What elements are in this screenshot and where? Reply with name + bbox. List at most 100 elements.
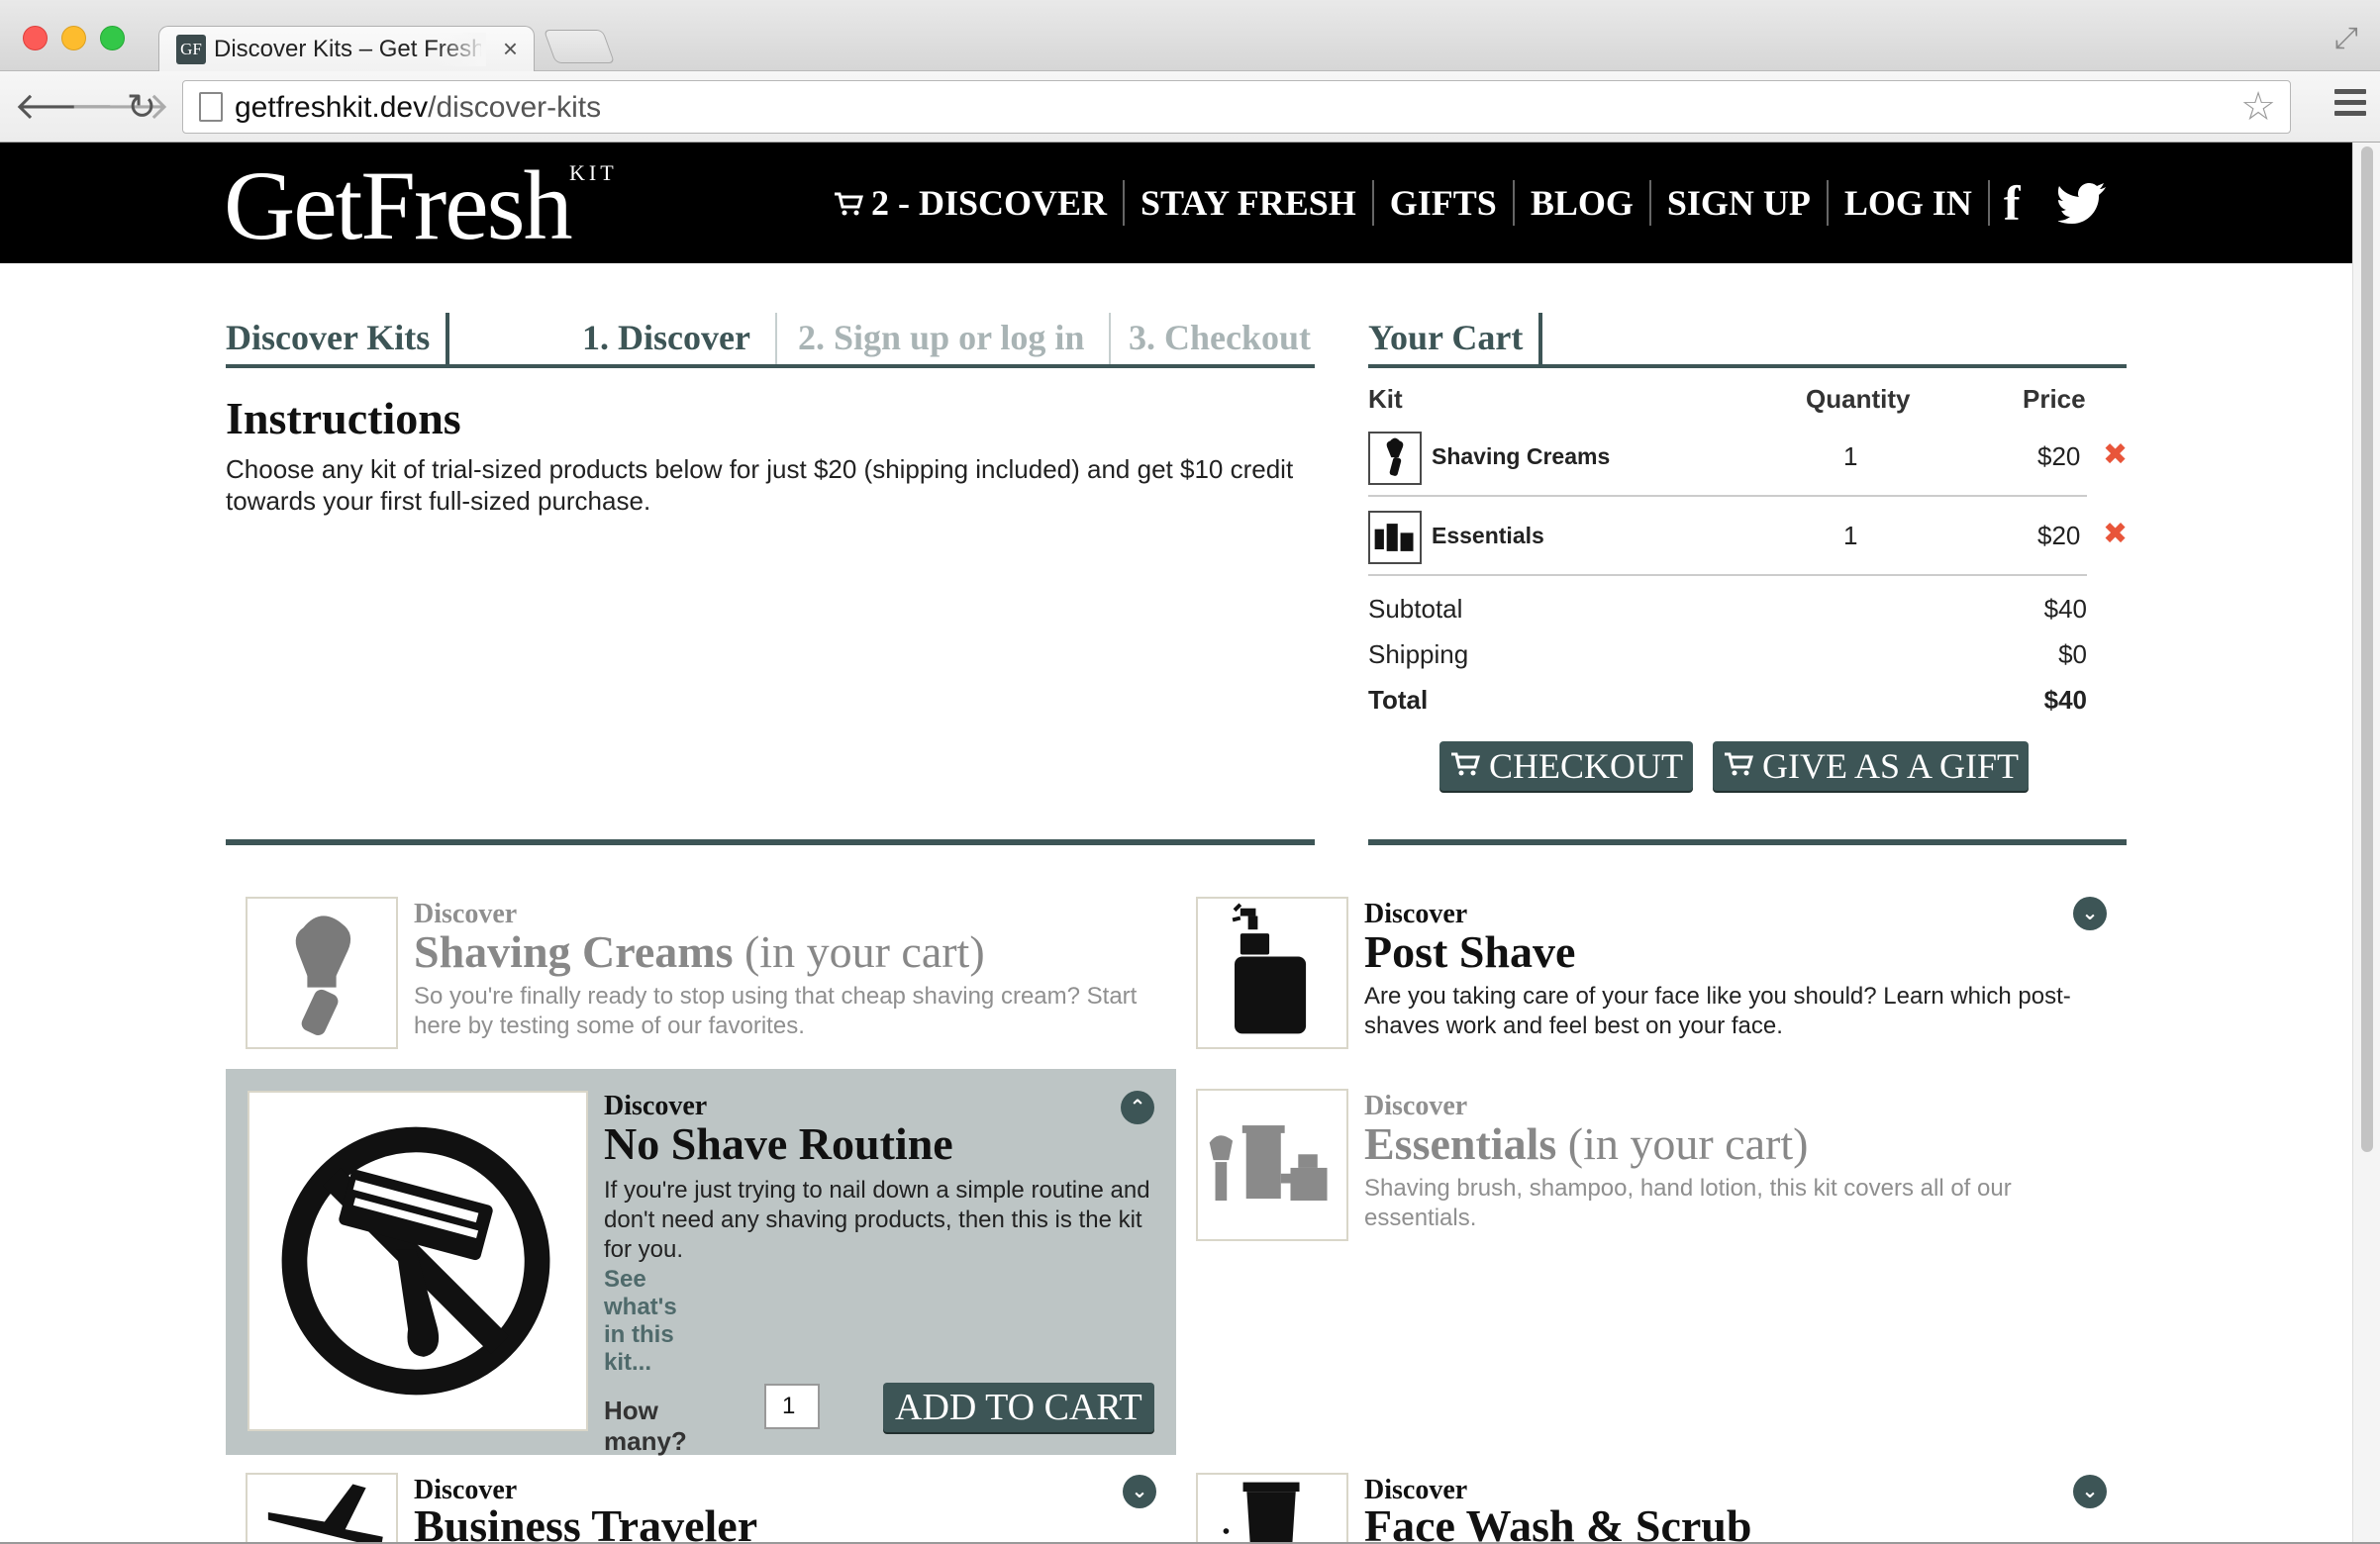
shipping-label: Shipping <box>1368 639 1469 669</box>
cart-col-quantity: Quantity <box>1806 384 1911 414</box>
cart-header: Your Cart <box>1368 313 2127 368</box>
total-row: Total $40 <box>1368 685 2087 716</box>
kit-title: Face Wash & Scrub <box>1364 1500 1752 1544</box>
collapse-chevron-icon[interactable]: ⌃ <box>1121 1091 1154 1124</box>
browser-tabbar: GF Discover Kits – Get Fresh Kit × ⤢ <box>0 0 2380 72</box>
subtotal-label: Subtotal <box>1368 594 1463 624</box>
quantity-input[interactable]: 1 <box>764 1384 820 1429</box>
remove-item-icon[interactable]: ✖ <box>2103 437 2128 472</box>
site-header: GetFresh KIT 2 - DISCOVER STAY FRESH GIF… <box>0 143 2352 263</box>
tab-title-fade <box>437 33 486 66</box>
nav-stay-fresh[interactable]: STAY FRESH <box>1125 180 1374 226</box>
cart-row: Essentials 1 $20 ✖ <box>1368 497 2128 576</box>
steps-title: Discover Kits <box>226 318 431 357</box>
url-text: getfreshkit.dev/discover-kits <box>235 91 602 124</box>
subtotal-row: Subtotal $40 <box>1368 594 2087 625</box>
step-separator <box>1109 313 1111 364</box>
cart-col-price: Price <box>2023 384 2086 414</box>
cart-item-name: Shaving Creams <box>1432 443 1611 469</box>
cart-panel: Your Cart Kit Quantity Price Shaving Cre… <box>1368 313 2128 791</box>
step-discover: 1. Discover <box>582 318 750 357</box>
bookmark-star-icon[interactable]: ☆ <box>2240 85 2276 129</box>
twitter-icon[interactable] <box>2057 182 2108 224</box>
kit-description: Shaving brush, shampoo, hand lotion, thi… <box>1364 1175 2012 1231</box>
face-wash-bottle-icon <box>1196 1473 1348 1544</box>
shaving-brush-icon <box>246 897 398 1049</box>
lotion-bottle-icon <box>1196 897 1348 1049</box>
cart-icon <box>1725 752 1754 776</box>
tab-close-icon[interactable]: × <box>503 34 518 63</box>
nav-sign-up[interactable]: SIGN UP <box>1651 180 1829 226</box>
cart-item-price: $20 <box>2037 521 2081 550</box>
essentials-thumb-icon <box>1368 511 1422 564</box>
minimize-window-button[interactable] <box>61 26 86 50</box>
cart-item-qty: 1 <box>1843 521 1858 550</box>
essentials-products-icon <box>1196 1089 1348 1241</box>
total-value: $40 <box>2043 685 2087 715</box>
nav-discover[interactable]: 2 - DISCOVER <box>834 180 1126 226</box>
add-to-cart-button[interactable]: ADD TO CART <box>883 1383 1154 1432</box>
cart-row: Shaving Creams 1 $20 ✖ <box>1368 418 2128 497</box>
instructions-title: Instructions <box>226 393 461 443</box>
cart-title-divider <box>1538 313 1542 364</box>
kit-description: If you're just trying to nail down a sim… <box>604 1177 1150 1263</box>
browser-tab-active[interactable]: GF Discover Kits – Get Fresh Kit × <box>158 26 535 72</box>
address-bar[interactable]: getfreshkit.dev/discover-kits ☆ <box>182 80 2291 134</box>
shaving-cream-thumb-icon <box>1368 432 1422 485</box>
zoom-window-button[interactable] <box>100 26 125 50</box>
subtotal-value: $40 <box>2043 594 2087 624</box>
total-label: Total <box>1368 685 1429 715</box>
browser-menu-icon[interactable] <box>2334 89 2366 119</box>
kit-title: Business Traveler <box>414 1500 758 1544</box>
reload-icon[interactable]: ↻ <box>127 85 156 129</box>
fullscreen-icon[interactable]: ⤢ <box>2334 22 2358 55</box>
instructions-text: Choose any kit of trial-sized products b… <box>226 454 1294 516</box>
site-logo[interactable]: GetFresh <box>224 156 573 255</box>
kit-title: Essentials (in your cart) <box>1364 1118 1809 1169</box>
page-scrollbar[interactable] <box>2352 143 2380 1544</box>
kit-title: No Shave Routine <box>604 1118 953 1169</box>
expand-chevron-icon[interactable]: ⌄ <box>2073 1475 2107 1508</box>
cart-icon <box>1451 752 1481 776</box>
nav-blog[interactable]: BLOG <box>1515 180 1651 226</box>
cart-icon <box>835 192 863 216</box>
main-nav: 2 - DISCOVER STAY FRESH GIFTS BLOG SIGN … <box>834 178 2108 228</box>
airplane-icon <box>246 1473 398 1544</box>
cart-col-kit: Kit <box>1368 384 1403 414</box>
browser-toolbar: 🡐 🡒 ↻ getfreshkit.dev/discover-kits ☆ <box>0 71 2380 143</box>
close-window-button[interactable] <box>23 26 48 50</box>
kit-description: So you're finally ready to stop using th… <box>414 983 1138 1039</box>
kit-title: Post Shave <box>1364 926 1576 977</box>
shipping-row: Shipping $0 <box>1368 639 2087 670</box>
step-checkout[interactable]: 3. Checkout <box>1129 317 1311 358</box>
kit-description: Are you taking care of your face like yo… <box>1364 983 2071 1039</box>
nav-log-in[interactable]: LOG IN <box>1829 180 1988 226</box>
give-as-gift-button[interactable]: GIVE AS A GIFT <box>1713 741 2030 791</box>
expand-chevron-icon[interactable]: ⌄ <box>1123 1475 1156 1508</box>
cart-item-name: Essentials <box>1432 523 1544 548</box>
section-divider <box>1368 839 2127 845</box>
checkout-button[interactable]: CHECKOUT <box>1439 741 1693 791</box>
favicon-icon: GF <box>176 35 206 64</box>
facebook-icon[interactable]: f <box>1987 178 2034 228</box>
cart-title: Your Cart <box>1368 318 1524 357</box>
scrollbar-thumb[interactable] <box>2361 146 2373 1152</box>
quantity-label: How many? <box>604 1396 687 1456</box>
steps-divider <box>446 313 449 364</box>
page-icon <box>199 92 223 122</box>
new-tab-button[interactable] <box>543 30 616 63</box>
cart-item-price: $20 <box>2037 441 2081 471</box>
section-divider <box>226 839 1315 845</box>
remove-item-icon[interactable]: ✖ <box>2103 517 2128 551</box>
progress-steps: Discover Kits 1. Discover 2. Sign up or … <box>226 313 1315 368</box>
see-kit-contents-link[interactable]: See what's in this kit... <box>604 1266 677 1377</box>
kit-title: Shaving Creams (in your cart) <box>414 926 985 977</box>
expand-chevron-icon[interactable]: ⌄ <box>2073 897 2107 930</box>
site-logo-kit: KIT <box>569 160 618 185</box>
step-separator <box>775 313 777 364</box>
shipping-value: $0 <box>2058 639 2087 669</box>
nav-gifts[interactable]: GIFTS <box>1374 180 1515 226</box>
step-sign-up[interactable]: 2. Sign up or log in <box>798 317 1084 358</box>
cart-item-qty: 1 <box>1843 441 1858 471</box>
no-razor-icon <box>248 1091 588 1431</box>
